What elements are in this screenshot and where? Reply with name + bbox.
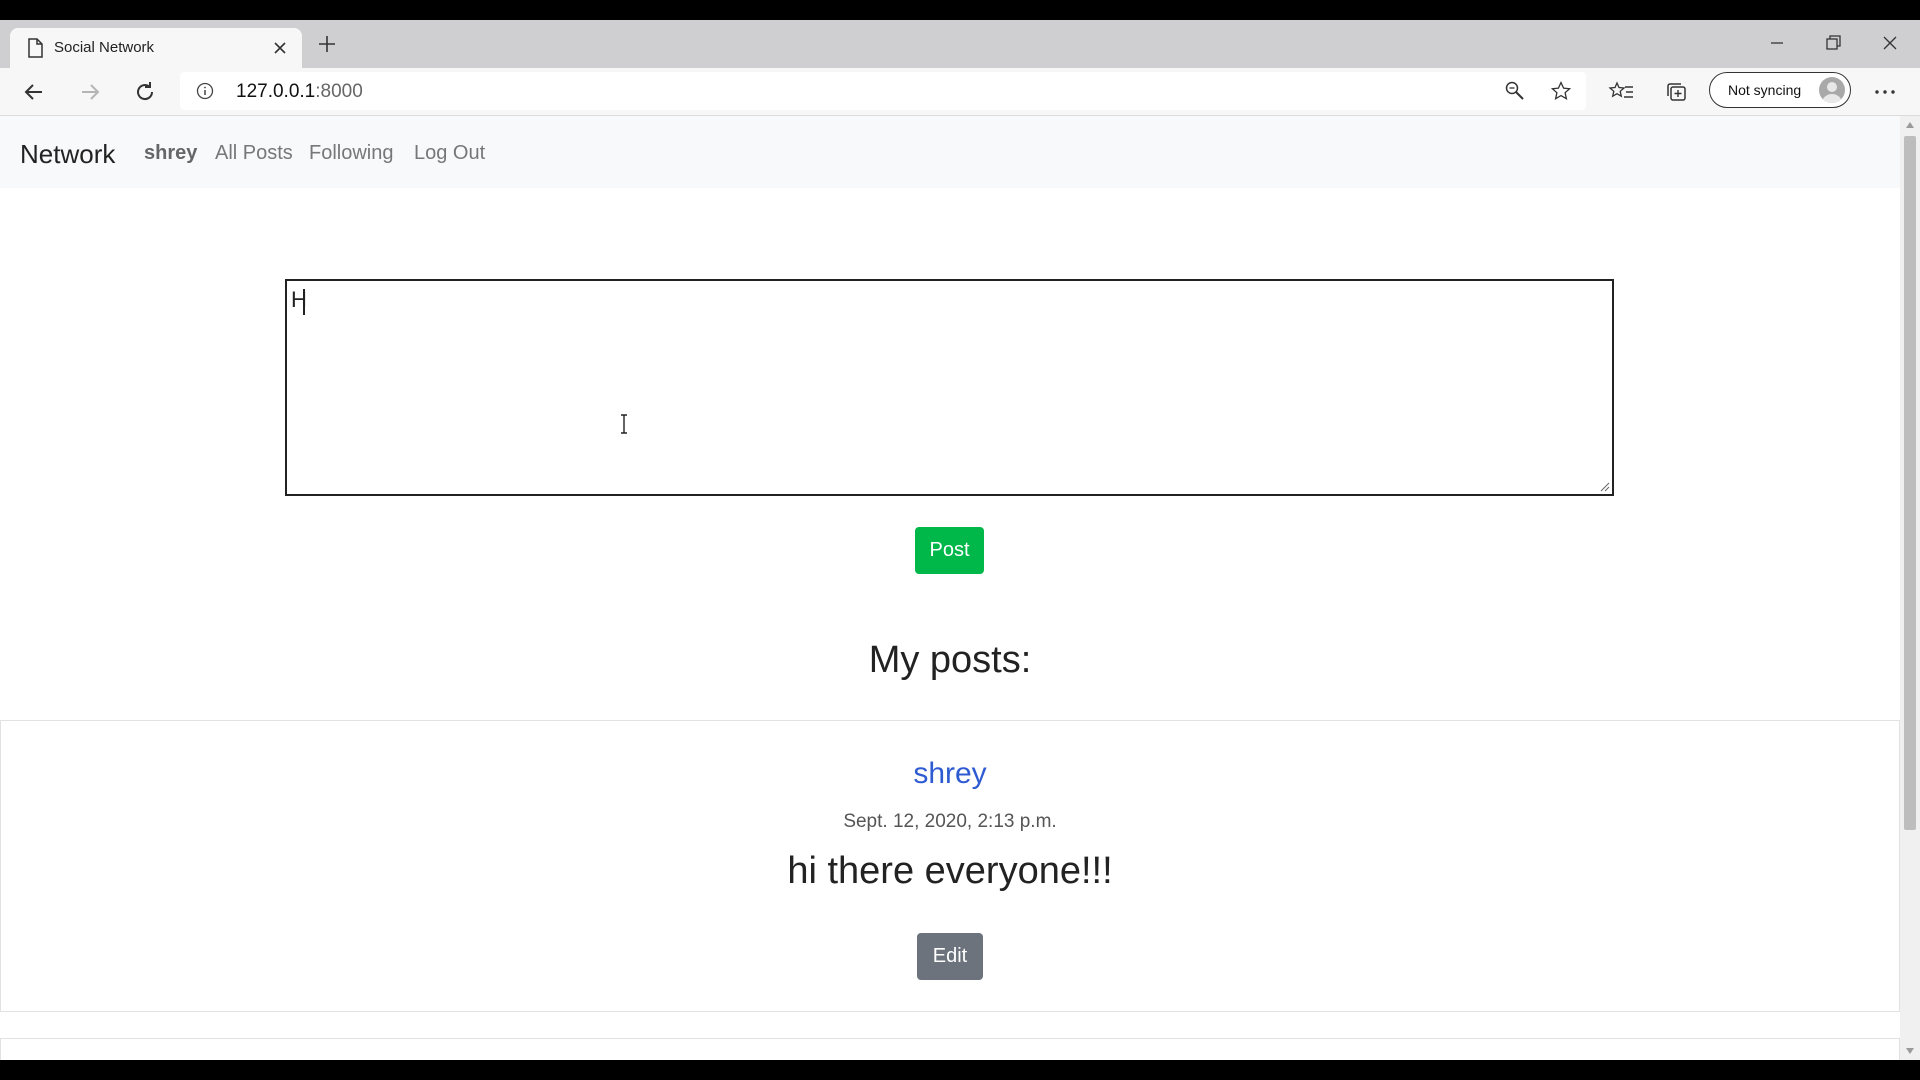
url-port: :8000: [315, 81, 363, 102]
scroll-up-arrow-icon[interactable]: [1906, 122, 1914, 128]
post-author-link[interactable]: shrey: [1, 757, 1899, 791]
post-content: hi there everyone!!!: [787, 850, 1113, 892]
browser-tab[interactable]: Social Network: [10, 28, 302, 68]
browser-window: Social Network 127.0.0.1:8000 Not syncin…: [0, 20, 1920, 1060]
page-content: Network shrey All Posts Following Log Ou…: [0, 116, 1900, 1060]
close-window-icon[interactable]: [1877, 30, 1903, 56]
textarea-value: H: [291, 287, 307, 312]
tab-strip: Social Network: [0, 20, 1920, 68]
post-card: shrey Sept. 12, 2020, 2:13 p.m. hi there…: [0, 720, 1900, 1012]
tab-title: Social Network: [54, 39, 155, 56]
info-icon[interactable]: [196, 82, 214, 100]
minimize-icon[interactable]: [1764, 30, 1790, 56]
scrollbar-thumb[interactable]: [1904, 136, 1916, 830]
nav-all-posts-link[interactable]: All Posts: [215, 142, 293, 165]
post-button[interactable]: Post: [915, 527, 984, 574]
address-bar[interactable]: 127.0.0.1:8000: [180, 72, 1586, 110]
nav-following-link[interactable]: Following: [309, 142, 393, 165]
nav-log-out-link[interactable]: Log Out: [414, 142, 485, 165]
address-url: 127.0.0.1:8000: [236, 81, 363, 103]
post-timestamp: Sept. 12, 2020, 2:13 p.m.: [843, 811, 1057, 832]
url-host: 127.0.0.1: [236, 81, 316, 102]
more-menu-icon[interactable]: [1871, 78, 1899, 106]
site-navbar: Network shrey All Posts Following Log Ou…: [0, 116, 1900, 188]
browser-toolbar: 127.0.0.1:8000 Not syncing: [0, 68, 1920, 116]
text-cursor-icon: [621, 414, 627, 434]
restore-icon[interactable]: [1820, 30, 1846, 56]
new-tab-icon[interactable]: [316, 33, 338, 55]
sync-label: Not syncing: [1728, 82, 1802, 98]
close-tab-icon[interactable]: [270, 38, 290, 58]
user-icon: [1822, 82, 1842, 103]
page-scrollbar[interactable]: [1900, 116, 1920, 1060]
brand-link[interactable]: Network: [20, 139, 115, 170]
zoom-icon[interactable]: [1504, 80, 1526, 102]
page-icon: [28, 38, 43, 58]
my-posts-heading: My posts:: [868, 639, 1032, 681]
avatar: [1819, 77, 1845, 103]
back-icon[interactable]: [20, 78, 48, 106]
reload-icon[interactable]: [131, 78, 159, 106]
forward-icon[interactable]: [76, 78, 104, 106]
favorites-icon[interactable]: [1608, 78, 1636, 106]
nav-username-link[interactable]: shrey: [144, 142, 197, 165]
post-card: [0, 1038, 1900, 1060]
resize-handle-icon[interactable]: [1598, 480, 1610, 492]
favorite-star-icon[interactable]: [1550, 80, 1572, 102]
edit-button[interactable]: Edit: [917, 933, 983, 980]
scroll-down-arrow-icon[interactable]: [1906, 1048, 1914, 1054]
profile-sync-button[interactable]: Not syncing: [1709, 72, 1851, 108]
new-post-textarea[interactable]: H: [285, 279, 1614, 496]
collections-icon[interactable]: [1663, 78, 1691, 106]
text-caret: [303, 289, 305, 315]
